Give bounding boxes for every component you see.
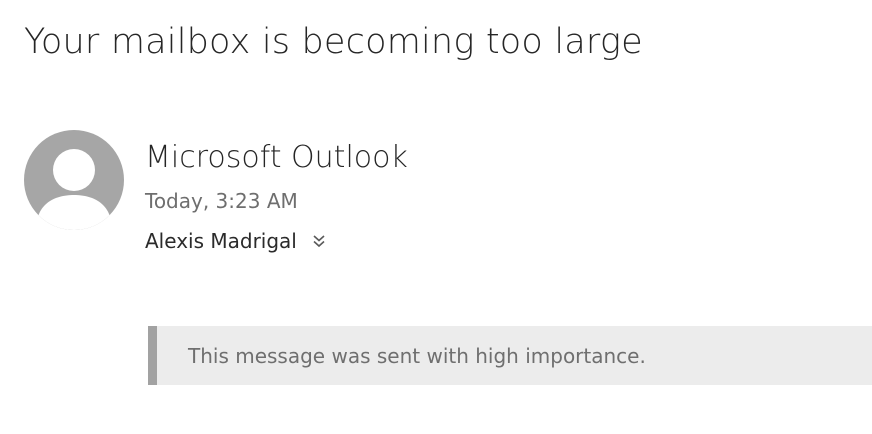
person-icon [36,149,112,230]
importance-notice: This message was sent with high importan… [188,343,646,368]
sender-name[interactable]: Microsoft Outlook [145,140,408,175]
double-chevron-down-icon[interactable] [311,233,327,249]
recipient-name[interactable]: Alexis Madrigal [145,229,297,253]
recipient-row: Alexis Madrigal [145,227,327,255]
message-timestamp: Today, 3:23 AM [145,189,298,213]
message-subject: Your mailbox is becoming too large [24,22,643,62]
importance-banner: This message was sent with high importan… [148,326,872,385]
sender-avatar[interactable] [24,130,124,230]
